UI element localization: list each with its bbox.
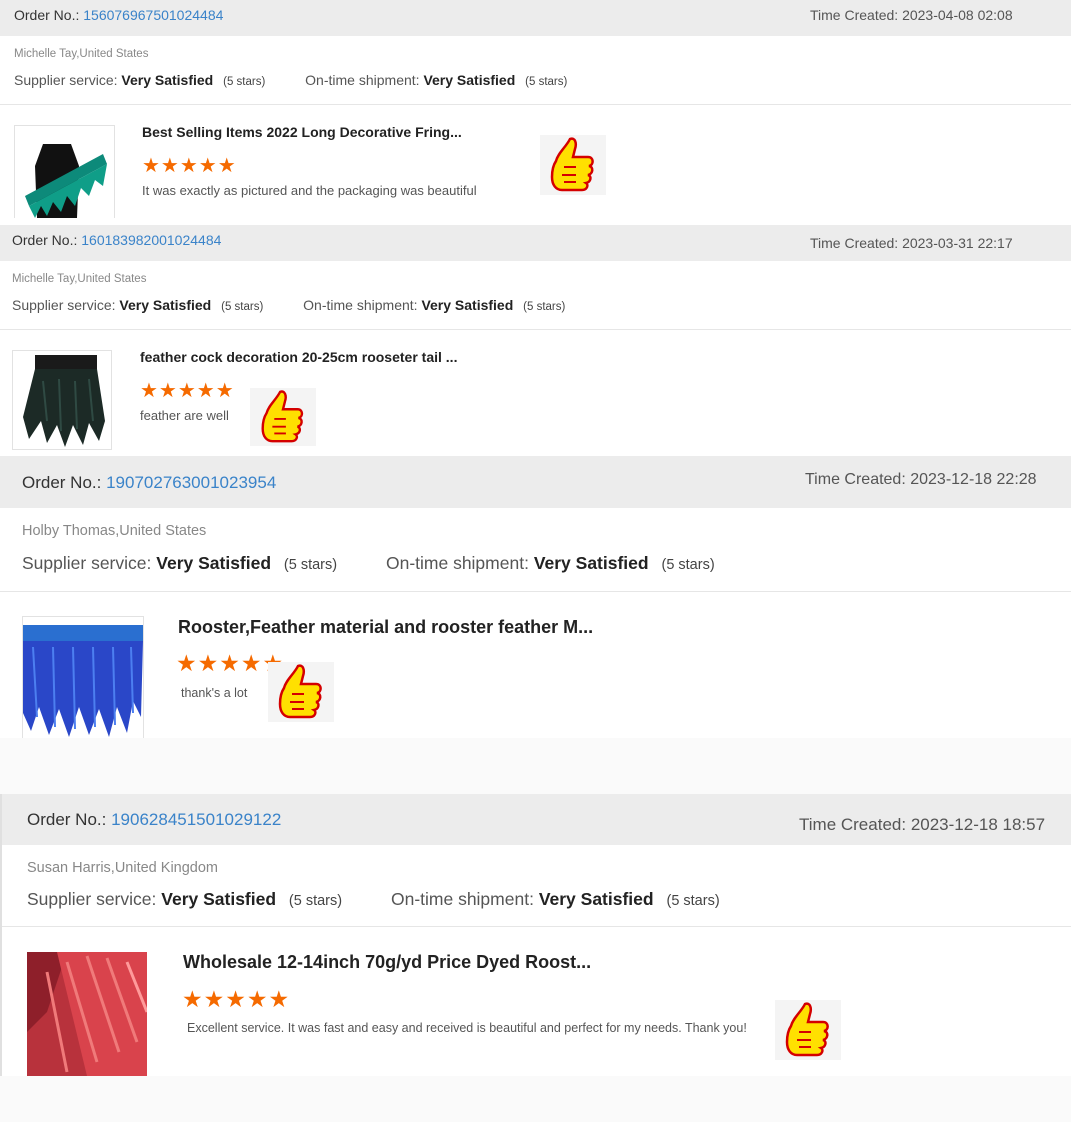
time-created-label: Time Created:: [805, 471, 906, 488]
supplier-service-value: Very Satisfied: [119, 297, 212, 313]
green-feather-trim-image: [15, 126, 114, 218]
supplier-service-label: Supplier service:: [27, 889, 157, 909]
service-ratings: Supplier service: Very Satisfied (5 star…: [14, 72, 567, 88]
order-no-link[interactable]: 190702763001023954: [106, 473, 276, 492]
shipment-stars: (5 stars): [523, 301, 566, 313]
time-created: Time Created: 2023-12-18 18:57: [799, 815, 1045, 835]
supplier-service-stars: (5 stars): [223, 76, 266, 88]
time-created-label: Time Created:: [799, 815, 907, 834]
order-no-label: Order No.:: [27, 810, 107, 829]
time-created-value: 2023-04-08 02:08: [902, 7, 1013, 23]
buyer-name: Michelle Tay,United States: [14, 48, 149, 60]
order-header: Order No.: 160183982001024484 Time Creat…: [0, 225, 1071, 261]
supplier-service-stars: (5 stars): [221, 301, 264, 313]
buyer-name: Holby Thomas,United States: [22, 523, 207, 539]
supplier-service-value: Very Satisfied: [121, 72, 214, 88]
supplier-service-stars: (5 stars): [283, 557, 338, 573]
order-no-label: Order No.:: [12, 232, 78, 248]
divider: [2, 926, 1071, 927]
card-gap: [0, 738, 1071, 794]
shipment-label: On-time shipment:: [303, 297, 418, 313]
shipment-label: On-time shipment:: [305, 72, 420, 88]
product-image[interactable]: [14, 125, 115, 218]
product-image[interactable]: [22, 616, 144, 738]
review-comment: feather are well: [140, 408, 229, 423]
thumbs-up-icon: [775, 1000, 841, 1060]
supplier-service-value: Very Satisfied: [156, 553, 272, 573]
order-card: Order No.: 190628451501029122 Time Creat…: [0, 794, 1071, 1076]
order-card: Order No.: 190702763001023954 Time Creat…: [0, 456, 1071, 738]
star-rating: ★★★★★: [140, 380, 235, 402]
shipment-value: Very Satisfied: [423, 72, 516, 88]
order-no-label: Order No.:: [22, 473, 102, 492]
time-created-label: Time Created:: [810, 7, 899, 23]
shipment-stars: (5 stars): [525, 76, 568, 88]
product-title[interactable]: feather cock decoration 20-25cm rooseter…: [140, 349, 500, 365]
product-title[interactable]: Wholesale 12-14inch 70g/yd Price Dyed Ro…: [183, 952, 623, 973]
time-created-value: 2023-03-31 22:17: [902, 235, 1013, 251]
supplier-service-stars: (5 stars): [288, 893, 343, 909]
time-created-value: 2023-12-18 18:57: [910, 815, 1046, 834]
order-no-link[interactable]: 156076967501024484: [83, 7, 223, 23]
order-header: Order No.: 190628451501029122 Time Creat…: [2, 794, 1071, 845]
page-bottom: [0, 1076, 1071, 1122]
review-comment: thank's a lot: [181, 686, 248, 700]
order-card: Order No.: 156076967501024484 Time Creat…: [0, 0, 1071, 218]
product-image[interactable]: [27, 952, 147, 1076]
service-ratings: Supplier service: Very Satisfied (5 star…: [27, 889, 720, 910]
order-no-link[interactable]: 190628451501029122: [111, 810, 281, 829]
shipment-stars: (5 stars): [666, 893, 720, 909]
star-rating: ★★★★★: [182, 986, 291, 1012]
thumbs-up-icon: [250, 388, 316, 446]
shipment-value: Very Satisfied: [533, 553, 649, 573]
service-ratings: Supplier service: Very Satisfied (5 star…: [12, 297, 565, 313]
shipment-label: On-time shipment:: [390, 889, 534, 909]
order-card: Order No.: 160183982001024484 Time Creat…: [0, 225, 1071, 455]
order-no-link[interactable]: 160183982001024484: [81, 232, 221, 248]
time-created-label: Time Created:: [810, 235, 899, 251]
time-created: Time Created: 2023-04-08 02:08: [810, 7, 1013, 23]
product-title[interactable]: Best Selling Items 2022 Long Decorative …: [142, 124, 502, 140]
buyer-name: Susan Harris,United Kingdom: [27, 860, 219, 876]
time-created-value: 2023-12-18 22:28: [910, 471, 1037, 488]
thumbs-up-icon: [268, 662, 334, 722]
thumbs-up-icon: [540, 135, 606, 195]
product-image[interactable]: [12, 350, 112, 450]
black-feather-fringe-image: [13, 351, 111, 449]
divider: [0, 104, 1071, 105]
review-comment: It was exactly as pictured and the packa…: [142, 183, 477, 198]
time-created: Time Created: 2023-12-18 22:28: [805, 471, 1037, 489]
shipment-value: Very Satisfied: [421, 297, 514, 313]
shipment-label: On-time shipment:: [385, 553, 529, 573]
shipment-value: Very Satisfied: [538, 889, 654, 909]
supplier-service-label: Supplier service:: [22, 553, 152, 573]
product-title[interactable]: Rooster,Feather material and rooster fea…: [178, 617, 618, 638]
order-header: Order No.: 156076967501024484 Time Creat…: [0, 0, 1071, 36]
buyer-name: Michelle Tay,United States: [12, 273, 147, 285]
supplier-service-label: Supplier service:: [12, 297, 116, 313]
red-feather-fringe-image: [27, 952, 147, 1076]
time-created: Time Created: 2023-03-31 22:17: [810, 235, 1013, 251]
order-header: Order No.: 190702763001023954 Time Creat…: [0, 456, 1071, 508]
blue-feather-fringe-image: [23, 617, 143, 738]
supplier-service-value: Very Satisfied: [161, 889, 277, 909]
divider: [0, 329, 1071, 330]
shipment-stars: (5 stars): [661, 557, 715, 573]
review-comment: Excellent service. It was fast and easy …: [187, 1021, 747, 1035]
order-no-label: Order No.:: [14, 7, 80, 23]
star-rating: ★★★★★: [142, 155, 237, 177]
divider: [0, 591, 1071, 592]
supplier-service-label: Supplier service:: [14, 72, 118, 88]
service-ratings: Supplier service: Very Satisfied (5 star…: [22, 553, 715, 574]
